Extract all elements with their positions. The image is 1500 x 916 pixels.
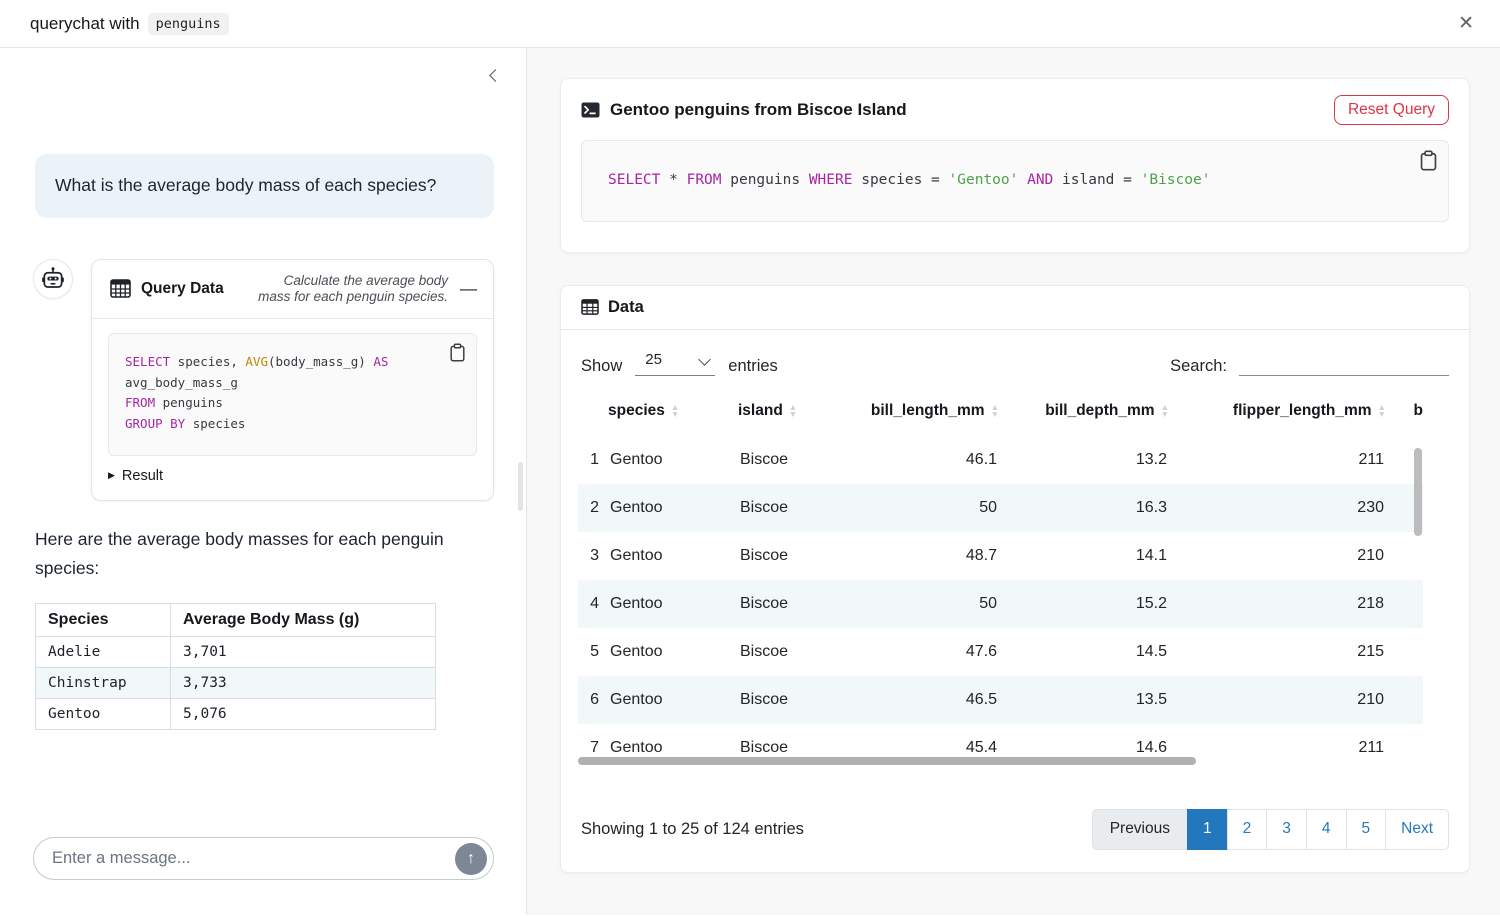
tool-card-title: Query Data [141,280,224,298]
dataset-chip: penguins [148,13,229,35]
table-footer: Showing 1 to 25 of 124 entries Previous1… [561,795,1469,872]
topbar: querychat with penguins ✕ [0,0,1500,48]
reset-query-button[interactable]: Reset Query [1334,95,1449,125]
arrow-up-icon: ↑ [467,850,475,868]
tool-card-header: Query Data Calculate the average body ma… [92,260,493,318]
sidebar-collapse-button[interactable] [484,64,506,86]
app-title-text: querychat with [30,14,140,34]
table-row: 5GentooBiscoe47.614.5215 [578,628,1423,676]
page-button-next[interactable]: Next [1385,809,1449,850]
result-row: Adelie3,701 [36,637,436,668]
main-sql-block: SELECT * FROM penguins WHERE species = '… [581,140,1449,222]
query-card-header: Gentoo penguins from Biscoe Island Reset… [581,95,1449,125]
column-header-bill_length_mm[interactable]: bill_length_mm▲▼ [834,402,999,436]
chat-result-table-body: Adelie3,701Chinstrap3,733Gentoo5,076 [36,637,436,730]
table-row: 2GentooBiscoe5016.3230 [578,484,1423,532]
result-row: Gentoo5,076 [36,699,436,730]
chat-sidebar: What is the average body mass of each sp… [0,48,527,915]
column-header-species[interactable]: species▲▼ [608,402,738,436]
table-row: 4GentooBiscoe5015.2218 [578,580,1423,628]
tool-card-description: Calculate the average body mass for each… [248,273,448,305]
page-button-5[interactable]: 5 [1346,809,1387,850]
page-button-2[interactable]: 2 [1227,809,1268,850]
column-header-flipper_length_mm[interactable]: flipper_length_mm▲▼ [1169,402,1386,436]
result-disclosure[interactable]: ▶ Result [108,468,163,484]
show-label: Show [581,357,622,376]
column-header-rownum [578,402,608,436]
user-message-bubble: What is the average body mass of each sp… [35,154,494,218]
chat-result-col-mass: Average Body Mass (g) [171,604,436,637]
pagination: Previous12345Next [1092,809,1449,850]
data-table-body: 1GentooBiscoe46.113.22112GentooBiscoe501… [578,436,1423,768]
column-header-b: b [1386,402,1423,436]
tool-card-collapse-button[interactable]: — [458,279,479,299]
page-length-control: Show 25 entries [581,351,778,376]
bot-avatar [33,259,73,299]
robot-icon [40,266,66,292]
column-header-bill_depth_mm[interactable]: bill_depth_mm▲▼ [999,402,1169,436]
sort-icon: ▲▼ [1378,404,1386,418]
column-header-island[interactable]: island▲▼ [738,402,834,436]
page-length-value: 25 [645,351,662,368]
sort-icon: ▲▼ [789,404,797,418]
main-panel: Gentoo penguins from Biscoe Island Reset… [527,48,1500,915]
copy-icon[interactable] [1419,150,1438,174]
chevron-left-icon [489,69,502,82]
search-label: Search: [1170,357,1227,376]
sort-icon: ▲▼ [1161,404,1169,418]
page-button-4[interactable]: 4 [1306,809,1347,850]
sort-icon: ▲▼ [991,404,999,418]
page-length-select[interactable]: 25 [635,351,715,376]
page-button-previous[interactable]: Previous [1092,809,1188,850]
copy-icon[interactable] [449,343,466,365]
result-label: Result [122,468,163,484]
data-card-header: Data [561,286,1469,330]
assistant-message-row: Query Data Calculate the average body ma… [33,259,494,501]
horizontal-scrollbar[interactable] [578,757,1196,765]
chat-result-col-species: Species [36,604,171,637]
tool-card-body: SELECT species, AVG(body_mass_g) ASavg_b… [92,318,493,500]
table-row: 6GentooBiscoe46.513.5210 [578,676,1423,724]
data-table-head-row: species▲▼island▲▼bill_length_mm▲▼bill_de… [578,402,1423,436]
query-data-tool-card: Query Data Calculate the average body ma… [91,259,494,501]
page-button-1[interactable]: 1 [1187,809,1228,850]
data-card-title: Data [608,298,644,317]
query-title: Gentoo penguins from Biscoe Island [610,100,907,120]
entries-label: entries [728,357,778,376]
table-icon [581,299,599,315]
table-icon [110,279,131,298]
table-controls: Show 25 entries Search: [581,350,1449,376]
query-card: Gentoo penguins from Biscoe Island Reset… [560,78,1470,253]
chat-input-bar: ↑ [33,837,494,880]
data-table: species▲▼island▲▼bill_length_mm▲▼bill_de… [578,402,1423,768]
terminal-icon [581,102,600,118]
data-card: Data Show 25 entries Search: [560,285,1470,873]
app-title: querychat with penguins [30,13,229,35]
assistant-answer-text: Here are the average body masses for eac… [35,525,493,585]
search-input[interactable] [1239,350,1449,376]
chevron-down-icon [698,353,711,366]
close-icon[interactable]: ✕ [1458,12,1474,35]
triangle-right-icon: ▶ [108,470,115,481]
data-table-scroll-area: species▲▼island▲▼bill_length_mm▲▼bill_de… [578,402,1452,768]
data-table-region: species▲▼island▲▼bill_length_mm▲▼bill_de… [578,402,1452,768]
search-control: Search: [1170,350,1449,376]
table-row: 3GentooBiscoe48.714.1210 [578,532,1423,580]
chat-result-header-row: Species Average Body Mass (g) [36,604,436,637]
entries-info: Showing 1 to 25 of 124 entries [581,820,804,839]
chat-result-table: Species Average Body Mass (g) Adelie3,70… [35,603,436,730]
sidebar-scrollbar[interactable] [518,462,523,511]
message-input[interactable] [38,849,455,868]
send-button[interactable]: ↑ [455,843,487,875]
vertical-scrollbar[interactable] [1414,448,1422,536]
sort-icon: ▲▼ [671,404,679,418]
page-button-3[interactable]: 3 [1266,809,1307,850]
table-row: 1GentooBiscoe46.113.2211 [578,436,1423,484]
sidebar-sql-block: SELECT species, AVG(body_mass_g) ASavg_b… [108,333,477,456]
result-row: Chinstrap3,733 [36,668,436,699]
